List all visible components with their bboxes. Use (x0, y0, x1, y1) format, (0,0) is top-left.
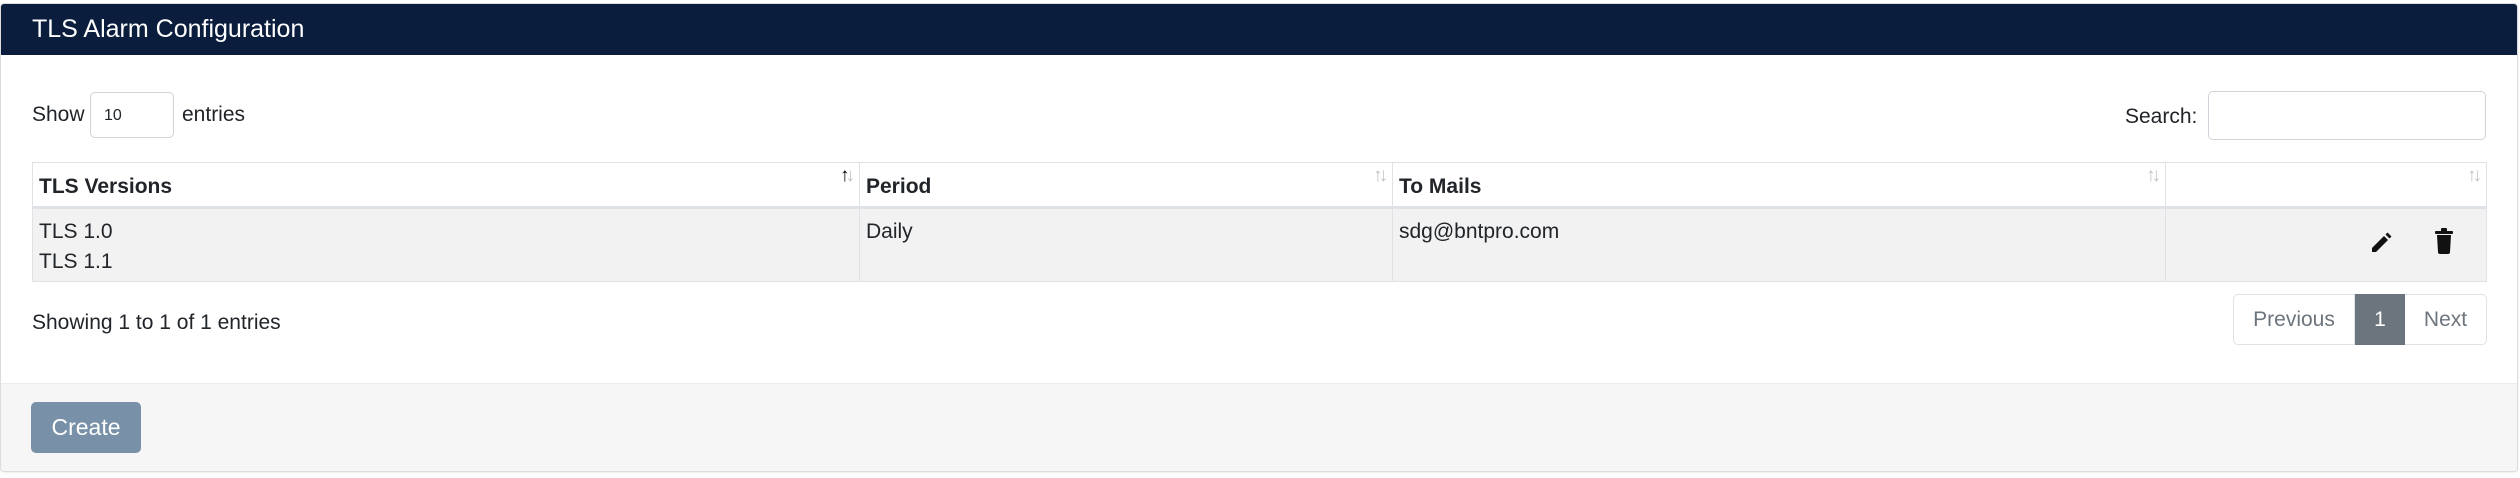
show-label: Show (32, 103, 85, 126)
pagination-previous[interactable]: Previous (2233, 294, 2355, 345)
pencil-icon[interactable] (2368, 226, 2394, 256)
trash-icon[interactable] (2431, 226, 2457, 256)
entries-per-page-select[interactable]: 10 (90, 92, 174, 138)
cell-actions (2165, 207, 2487, 282)
create-button[interactable]: Create (31, 402, 141, 453)
card-footer: Create (1, 383, 2517, 471)
column-header-period[interactable]: Period ↑↓ (859, 162, 1393, 209)
entries-per-page-value: 10 (104, 107, 122, 124)
pagination: Previous 1 Next (2233, 294, 2487, 345)
tls-version-item: TLS 1.1 (39, 250, 113, 273)
alarm-config-card: TLS Alarm Configuration Show entries 10 … (0, 3, 2518, 472)
column-label: Period (866, 175, 932, 198)
search-label: Search: (2125, 105, 2198, 128)
tls-version-item: TLS 1.0 (39, 220, 113, 243)
cell-to-mails: sdg@bntpro.com (1392, 207, 2166, 282)
cell-tls-versions: TLS 1.0 TLS 1.1 (32, 207, 860, 282)
cell-period: Daily (859, 207, 1393, 282)
pagination-page-1[interactable]: 1 (2355, 294, 2405, 345)
column-header-tls-versions[interactable]: TLS Versions ↑↓ (32, 162, 860, 209)
table-info: Showing 1 to 1 of 1 entries (32, 311, 281, 334)
column-label: To Mails (1399, 175, 1482, 198)
entries-label: entries (182, 103, 246, 126)
pagination-next[interactable]: Next (2405, 294, 2487, 345)
column-header-actions[interactable]: ↑↓ (2165, 162, 2487, 209)
sort-icon: ↑↓ (2467, 165, 2482, 186)
tls-alarm-table: TLS Versions ↑↓ Period ↑↓ To Mails ↑↓ ↑↓ (32, 162, 2487, 282)
page-title: TLS Alarm Configuration (32, 15, 305, 43)
search-input[interactable] (2208, 91, 2486, 140)
card-body: Show entries 10 Search: TLS Versions ↑↓ (1, 55, 2517, 383)
column-header-to-mails[interactable]: To Mails ↑↓ (1392, 162, 2166, 209)
sort-icon: ↑↓ (2146, 165, 2161, 186)
sort-icon: ↑↓ (1373, 165, 1388, 186)
card-header: TLS Alarm Configuration (1, 4, 2517, 55)
table-row: TLS 1.0 TLS 1.1 Daily sdg@bntpro.com (32, 207, 2487, 282)
column-label: TLS Versions (39, 175, 173, 198)
sort-ascending-icon: ↑↓ (840, 165, 855, 186)
